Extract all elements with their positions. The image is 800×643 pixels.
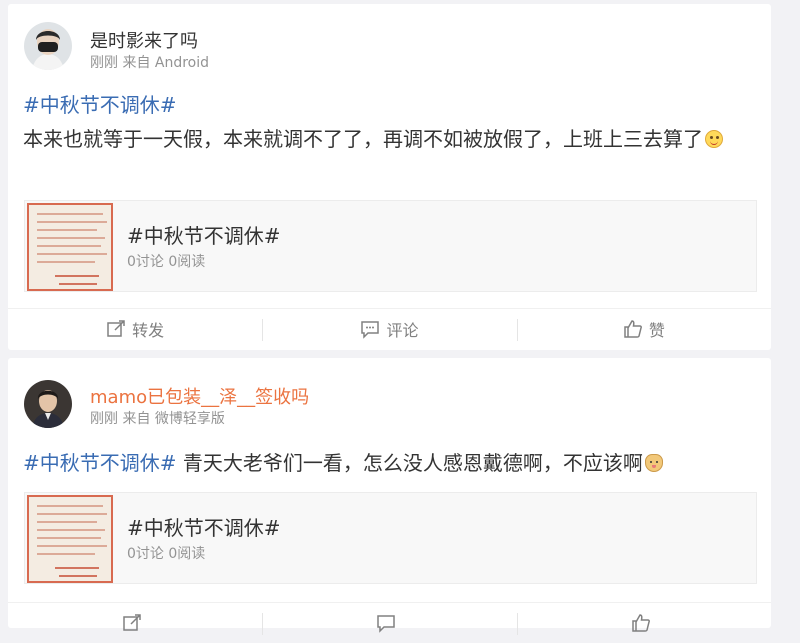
username[interactable]: mamo已包装__泽__签收吗 [90, 383, 309, 409]
smile-emoji-icon [705, 130, 723, 148]
doge-emoji-icon [644, 454, 663, 472]
repost-button[interactable] [8, 603, 262, 643]
avatar[interactable] [24, 22, 72, 70]
action-bar [8, 602, 771, 643]
topic-title: #中秋节不调休# [127, 516, 281, 540]
comment-icon [376, 613, 396, 633]
post-card: mamo已包装__泽__签收吗 刚刚 来自 微博轻享版 #中秋节不调休# 青天大… [8, 358, 771, 635]
thumbs-up-icon [623, 319, 643, 339]
topic-card[interactable]: #中秋节不调休# 0讨论 0阅读 [24, 492, 757, 584]
post-text: #中秋节不调休# 青天大老爷们一看，怎么没人感恩戴德啊，不应该啊 [23, 446, 751, 480]
comment-label: 评论 [386, 321, 419, 340]
like-label: 赞 [648, 321, 665, 340]
repost-icon [106, 319, 126, 339]
topic-stats: 0讨论 0阅读 [127, 254, 206, 270]
like-button[interactable]: 赞 [516, 309, 771, 349]
comment-button[interactable]: 评论 [262, 309, 516, 349]
post-body: 本来也就等于一天假，本来就调不了了，再调不如被放假了，上班上三去算了 [23, 127, 703, 151]
hashtag-link[interactable]: #中秋节不调休# [23, 451, 177, 475]
post-meta: 刚刚 来自 微博轻享版 [90, 411, 225, 427]
post-body: 青天大老爷们一看，怎么没人感恩戴德啊，不应该啊 [176, 451, 643, 475]
action-bar: 转发 评论 赞 [8, 308, 771, 349]
topic-thumbnail [27, 203, 113, 291]
like-button[interactable] [516, 603, 771, 643]
username[interactable]: 是时影来了吗 [90, 27, 198, 53]
topic-thumbnail [27, 495, 113, 583]
hashtag-link[interactable]: #中秋节不调休# [23, 93, 177, 117]
comment-icon [360, 319, 380, 339]
repost-button[interactable]: 转发 [8, 309, 262, 349]
topic-card[interactable]: #中秋节不调休# 0讨论 0阅读 [24, 200, 757, 292]
thumbs-up-icon [631, 613, 651, 633]
post-card: 是时影来了吗 刚刚 来自 Android #中秋节不调休# 本来也就等于一天假，… [8, 4, 771, 350]
post-text: #中秋节不调休# 本来也就等于一天假，本来就调不了了，再调不如被放假了，上班上三… [23, 88, 751, 156]
repost-icon [122, 613, 142, 633]
topic-stats: 0讨论 0阅读 [127, 546, 206, 562]
post-meta: 刚刚 来自 Android [90, 55, 210, 71]
repost-label: 转发 [132, 321, 165, 340]
avatar[interactable] [24, 380, 72, 428]
comment-button[interactable] [262, 603, 516, 643]
topic-title: #中秋节不调休# [127, 224, 281, 248]
